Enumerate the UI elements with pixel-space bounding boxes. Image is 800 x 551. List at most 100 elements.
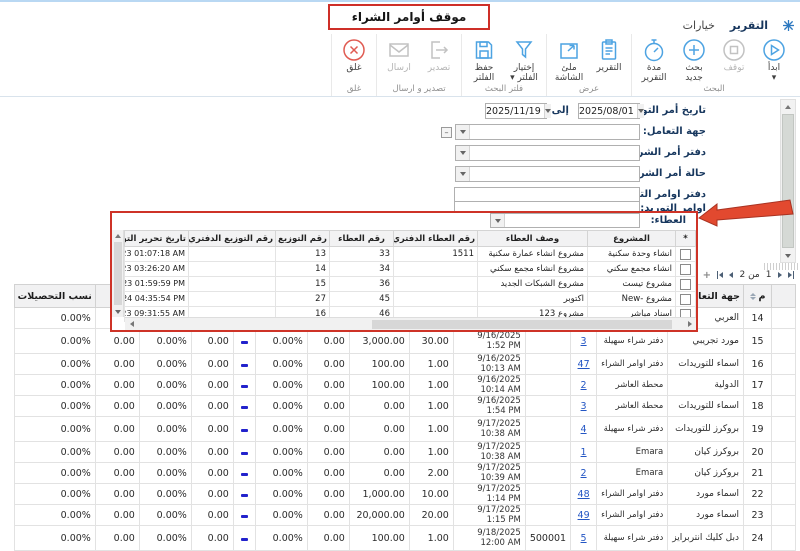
scrollbar-thumb[interactable] [114,242,122,305]
popup-horizontal-scrollbar[interactable] [125,317,696,330]
grid-header-z6[interactable]: نسب التحصيلات [14,285,95,308]
popup-header-check[interactable]: * [676,231,696,247]
chevron-down-icon[interactable] [491,214,505,227]
grid-cell-z4: 0.00% [139,375,191,396]
order-count-link[interactable]: 5 [581,533,587,544]
grid-header-num[interactable]: م [744,285,772,308]
grid-row[interactable]: 19بروكرز للتوريداتدفتر شراء سهيلة49/17/2… [14,417,795,442]
order-count-link[interactable]: 49 [578,510,590,521]
popup-row[interactable]: انشاء مجمع سكنيمشروع انشاء مجمع سكني3414… [125,262,696,277]
chevron-down-icon[interactable] [456,146,470,160]
row-checkbox[interactable] [680,249,691,260]
grid-row[interactable]: 23اسماء مورددفتر اوامر الشراء499/17/2025… [14,505,795,526]
row-checkbox[interactable] [680,279,691,290]
popup-header-dist_book[interactable]: رقم التوزيع الدفتري [189,231,276,247]
row-checkbox[interactable] [680,264,691,275]
grid-cell-z5: 0.00 [95,417,139,442]
popup-header-tender_no[interactable]: رقم العطاء [330,231,394,247]
scroll-left-icon[interactable] [125,321,138,327]
counterparty-browse-button[interactable]: – [441,127,452,138]
purchase-status-combo[interactable] [455,166,640,182]
calendar-dropdown-icon[interactable] [544,104,551,118]
scroll-down-icon[interactable] [781,249,795,262]
pager-prev-icon[interactable] [778,272,782,278]
order-count-link[interactable]: 48 [578,489,590,500]
save-filter-button[interactable]: حفظ الفلتر [464,34,504,83]
close-button[interactable]: غلق [334,34,374,83]
popup-cell-project: انشاء مجمع سكني [588,262,676,277]
order-count-link[interactable]: 1 [581,447,587,458]
popup-row[interactable]: مشروع تيستمشروع الشبكات الجديد3615/2023 … [125,277,696,292]
grid-header-ind[interactable] [772,285,796,308]
popup-row[interactable]: انشاء وحدة سكنيةمشروع انشاء عمارة سكنية1… [125,247,696,262]
order-count-link[interactable]: 2 [581,468,587,479]
chevron-down-icon[interactable] [456,125,470,139]
grid-cell-z3: 0.00 [191,484,233,505]
order-count-link[interactable]: 4 [581,424,587,435]
send-button[interactable]: ارسال [379,34,419,83]
scroll-up-icon[interactable] [112,230,123,241]
popup-header-dist_no[interactable]: رقم التوزيع [276,231,330,247]
grid-cell-extra [525,396,570,417]
popup-header-edit_date[interactable]: تاريخ تحرير التو [125,231,189,247]
grid-row[interactable]: 20بروكرز كيانEmara19/17/202510:38 AM1.00… [14,442,795,463]
order-count-link[interactable]: 47 [578,359,590,370]
purchase-book-combo[interactable] [455,145,640,161]
grid-row[interactable]: 16اسماء للتوريداتدفتر اوامر الشراء479/16… [14,354,795,375]
grid-cell-link: 49 [571,505,597,526]
row-checkbox[interactable] [680,294,691,305]
tab-options[interactable]: خيارات [683,19,715,32]
pager-plus-icon[interactable]: + [703,270,711,281]
grid-row[interactable]: 18اسماء للتوريداتمحطة العاشر39/16/20251:… [14,396,795,417]
grid-cell-extra [525,417,570,442]
popup-header-desc[interactable]: وصف العطاء [478,231,588,247]
counterparty-combo[interactable] [455,124,640,140]
scroll-right-icon[interactable] [683,321,696,327]
chevron-down-icon[interactable] [456,167,470,181]
fullscreen-button[interactable]: ملئ الشاشة [549,34,589,83]
order-count-link[interactable]: 2 [581,380,587,391]
scrollbar-thumb[interactable] [372,320,672,329]
annotation-arrow-icon [697,197,795,229]
grid-row[interactable]: 21بروكرز كيانEmara29/17/202510:39 AM2.00… [14,463,795,484]
grid-row[interactable]: 15مورد تجريبيدفتر شراء سهيلة39/16/20251:… [14,329,795,354]
order-count-link[interactable]: 3 [581,401,587,412]
popup-header-project[interactable]: المشروع [588,231,676,247]
pager-first-icon[interactable] [788,271,795,279]
pager-next-icon[interactable] [729,272,733,278]
scroll-down-icon[interactable] [112,306,123,317]
report-view-button[interactable]: التقرير [589,34,629,83]
calendar-dropdown-icon[interactable] [637,104,644,118]
panel-scrollbar[interactable] [780,99,796,263]
start-button[interactable]: ابدأ ▾ [754,34,794,83]
grid-row[interactable]: 17الدوليةمحطة العاشر29/16/202510:14 AM1.… [14,375,795,396]
grid-cell-z6: 0.00% [14,417,95,442]
tender-combo[interactable] [490,213,640,228]
grid-row[interactable]: 24دبل كليك انتربرايزدفتر شراء سهيلة55000… [14,526,795,551]
pager-last-icon[interactable] [717,271,724,279]
grid-cell-amount: 3,000.00 [349,329,409,354]
ribbon-tabs: التقرير خيارات [683,19,794,32]
popup-vertical-scrollbar[interactable] [112,230,124,317]
scroll-up-icon[interactable] [781,100,795,113]
date-to-field[interactable]: 2025/11/19 [485,103,547,119]
grid-cell-dt: 9/18/202512:00 AM [453,526,525,551]
grid-row[interactable]: 22اسماء مورددفتر اوامر الشراء489/17/2025… [14,484,795,505]
stop-button[interactable]: توقف [714,34,754,83]
order-count-link[interactable]: 3 [581,336,587,347]
date-from-field[interactable]: 2025/08/01 [578,103,640,119]
new-search-button[interactable]: بحث جديد [674,34,714,83]
pager-current-page[interactable]: 1 [766,270,772,280]
popup-cell-project: مشروع تيست [588,277,676,292]
grid-cell-num: 18 [744,396,772,417]
tab-report[interactable]: التقرير [730,19,768,32]
choose-filter-button[interactable]: إختيار الفلتر ▾ [504,34,544,83]
to-label: إلى: [548,105,569,116]
popup-row[interactable]: مشروع -Newاكتوبر4527/2024 04:35:54 PM [125,292,696,307]
popup-header-book_no[interactable]: رقم العطاء الدفتري [394,231,478,247]
status-dash-icon [241,364,248,367]
report-duration-button[interactable]: مدة التقرير [634,34,674,83]
grid-cell-z3: 0.00 [191,375,233,396]
export-button[interactable]: تصدير [419,34,459,83]
grid-cell-z2: 0.00% [255,354,307,375]
